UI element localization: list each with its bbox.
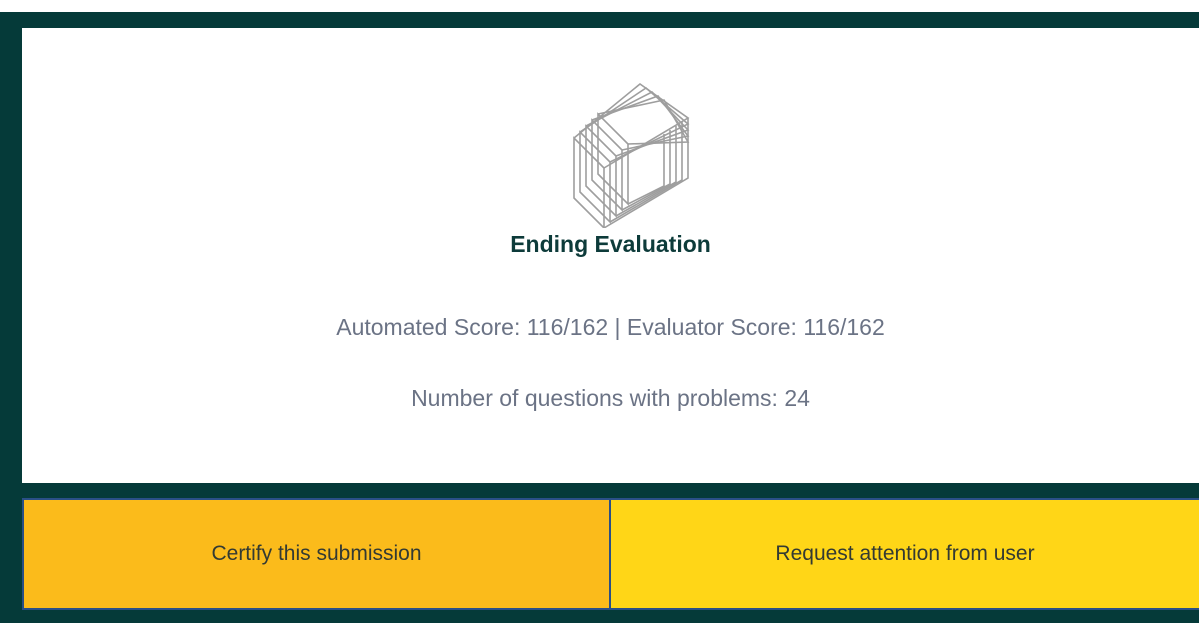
cube-logo-icon [573,82,690,228]
problem-count: Number of questions with problems: 24 [411,385,810,411]
top-edge-strip [0,0,1199,12]
certify-submission-button[interactable]: Certify this submission [22,498,611,610]
request-attention-button[interactable]: Request attention from user [609,498,1199,610]
evaluation-title: Ending Evaluation [510,231,711,257]
score-summary: Automated Score: 116/162 | Evaluator Sco… [336,314,885,340]
